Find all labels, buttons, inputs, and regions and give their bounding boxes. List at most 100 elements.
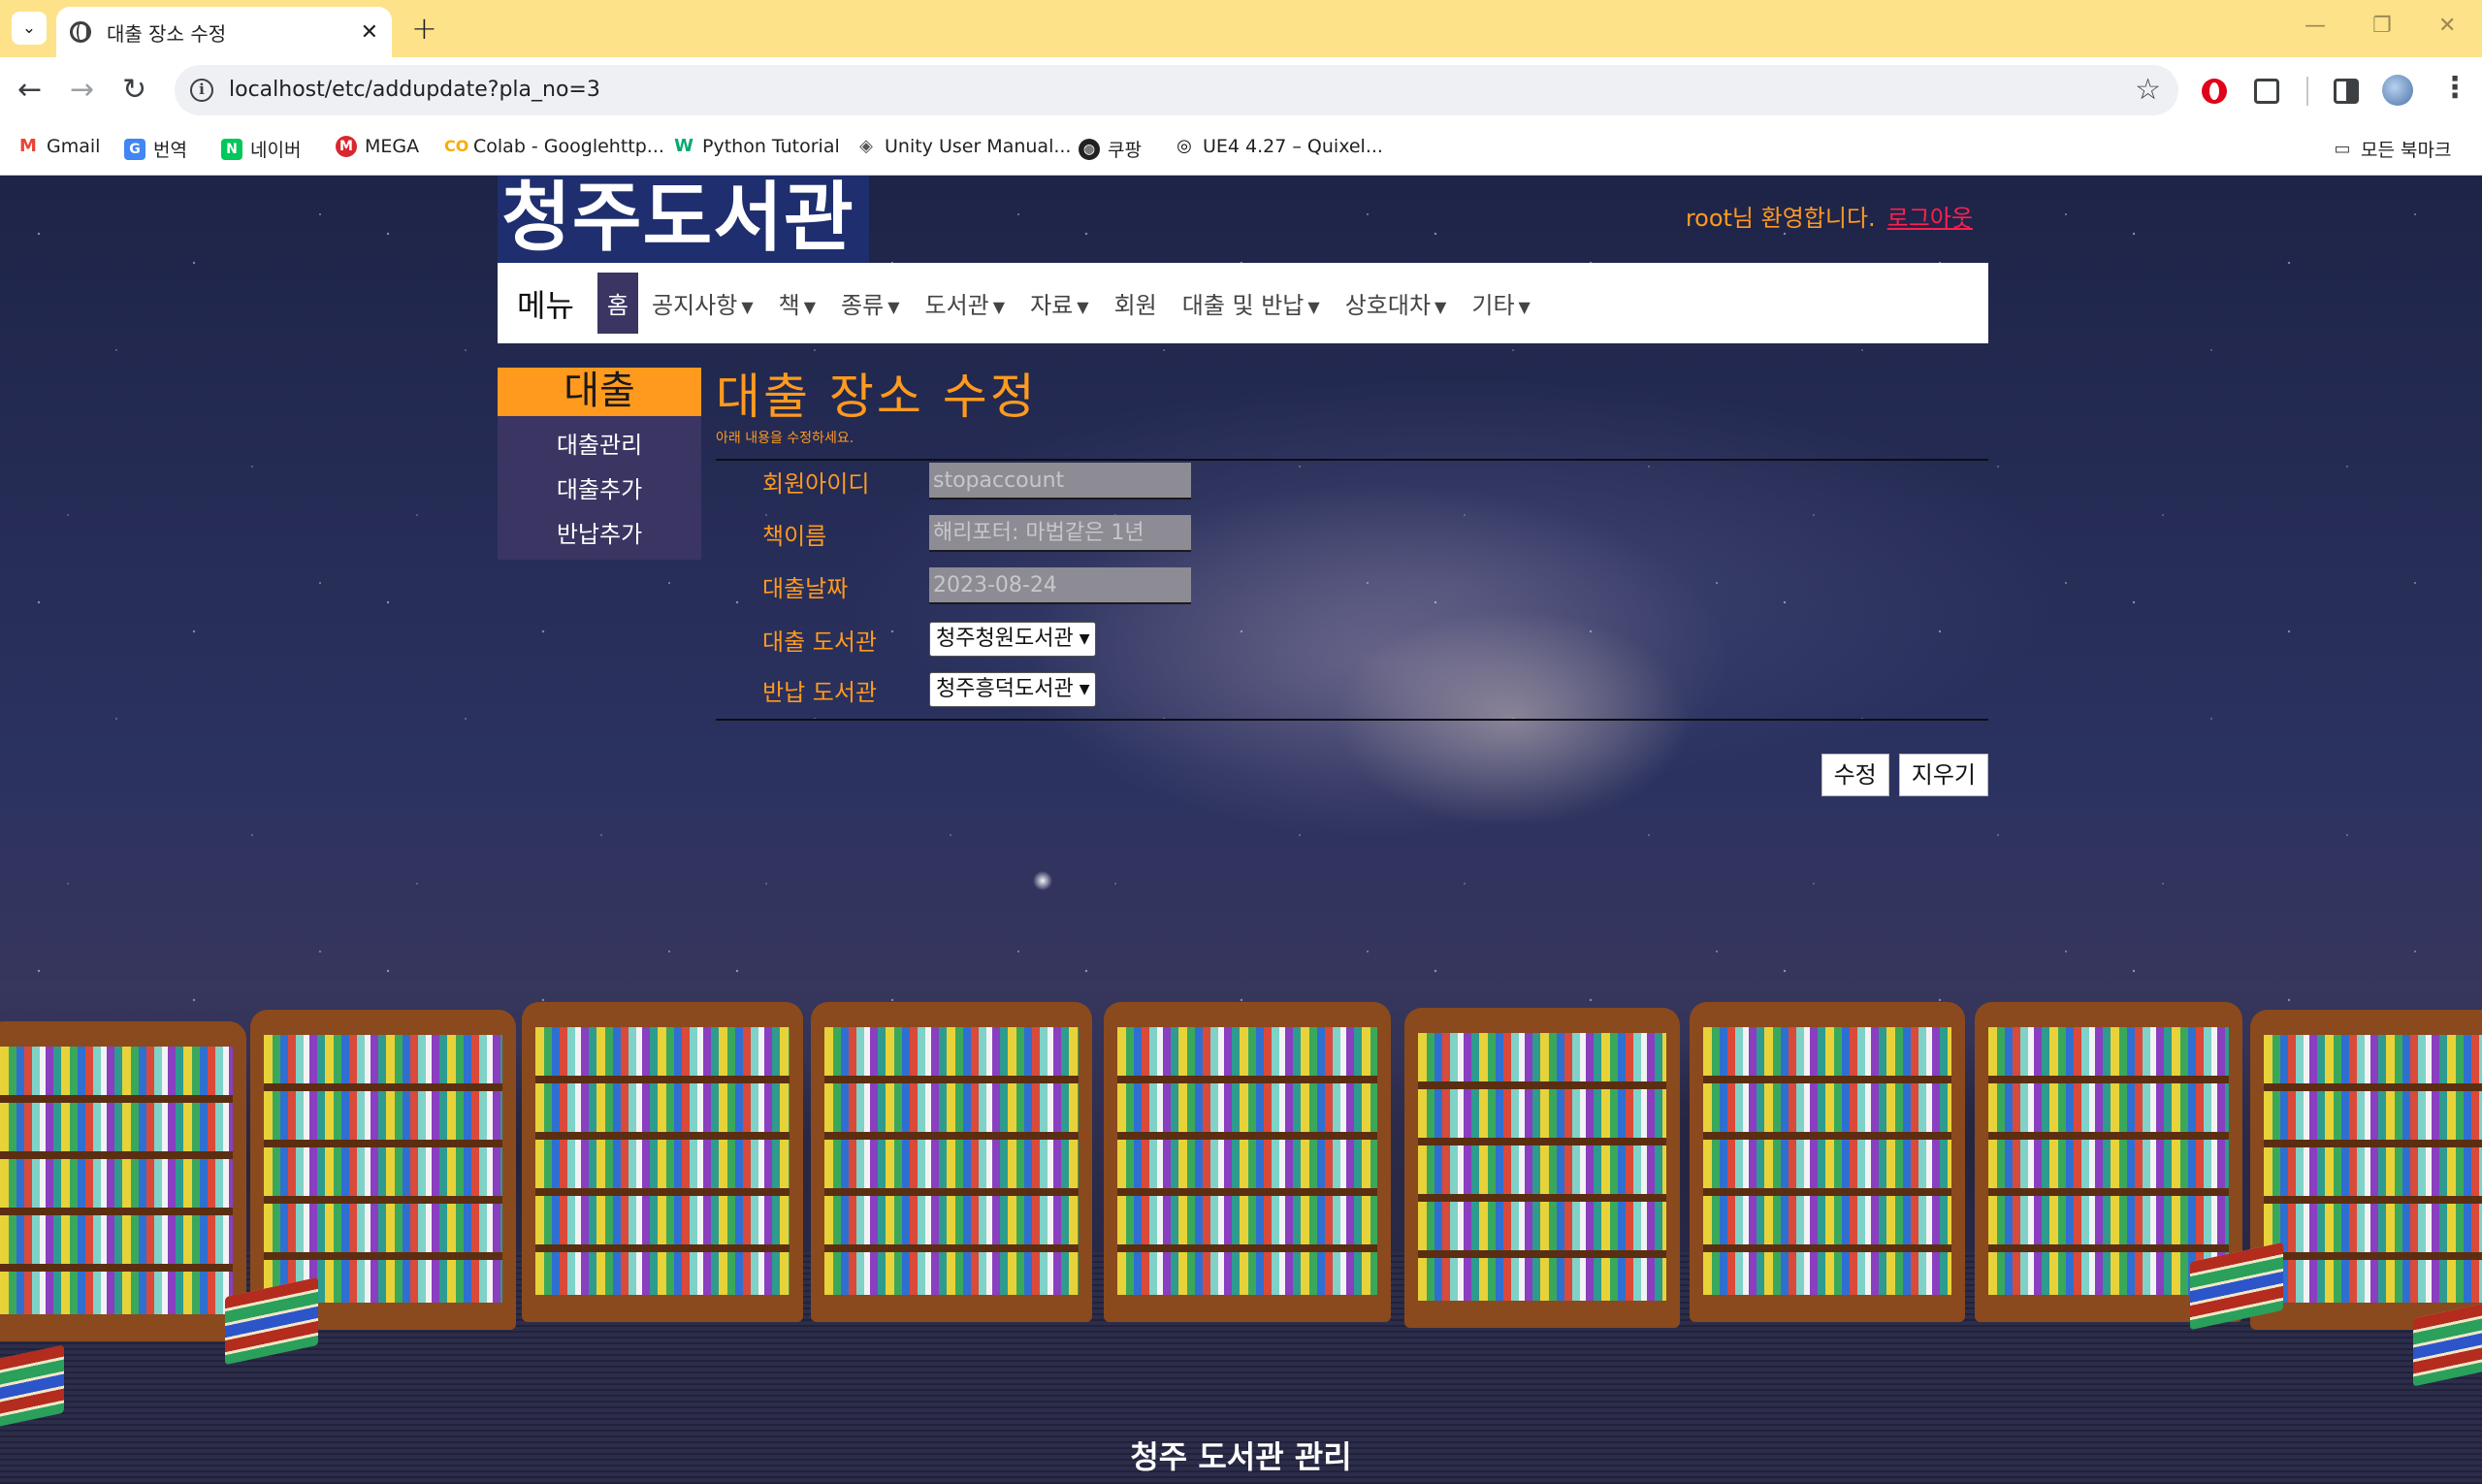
book-name-label: 책이름: [762, 522, 827, 550]
page-title: 대출 장소 수정: [716, 369, 1038, 425]
bookmark-coupang[interactable]: ◍ 쿠팡: [1079, 136, 1142, 162]
caret-down-icon: ▼: [887, 297, 900, 316]
nav-brand[interactable]: 메뉴: [517, 281, 574, 326]
loan-library-row: 대출 도서관 청주청원도서관 ▼: [762, 622, 1097, 657]
user-greeting: root님 환영합니다. 로그아웃: [1686, 199, 1973, 233]
browser-tab-bar: ⌄ 대출 장소 수정 ✕ + — ❐ ✕: [0, 0, 2482, 57]
bookmark-label: 네이버: [250, 140, 302, 161]
browser-tab[interactable]: 대출 장소 수정 ✕: [56, 7, 392, 57]
browser-menu-icon[interactable]: ⋮: [2440, 71, 2469, 105]
nav-label: 기타: [1471, 292, 1515, 319]
bookshelf-image: [811, 1002, 1092, 1322]
forward-icon[interactable]: →: [70, 75, 94, 106]
loan-library-label: 대출 도서관: [762, 628, 878, 656]
bookmark-naver[interactable]: N 네이버: [221, 136, 301, 162]
site-info-icon[interactable]: i: [190, 79, 213, 102]
sidebar-item-loan-management[interactable]: 대출관리: [498, 424, 701, 468]
address-bar[interactable]: i localhost/etc/addupdate?pla_no=3 ☆: [175, 65, 2178, 115]
nav-item-interlibrary[interactable]: 상호대차 ▼: [1345, 286, 1447, 320]
bookmark-label: 모든 북마크: [2361, 140, 2452, 161]
side-panel-icon[interactable]: [2334, 79, 2359, 104]
divider: [716, 719, 1988, 721]
page-viewport: 청주도서관 root님 환영합니다. 로그아웃 메뉴 홈 공지사항 ▼ 책 ▼ 종류 ▼…: [0, 176, 2482, 1484]
bookmark-label: Python Tutorial: [702, 136, 840, 157]
tab-title: 대출 장소 수정: [107, 21, 227, 46]
restore-button[interactable]: ❐: [2372, 14, 2392, 38]
bookmark-quixel[interactable]: ◎ UE4 4.27 – Quixel...: [1174, 136, 1383, 157]
submit-button[interactable]: 수정: [1821, 754, 1889, 796]
caret-down-icon: ▼: [803, 297, 817, 316]
all-bookmarks-folder[interactable]: ▭ 모든 북마크: [2332, 136, 2451, 162]
nav-item-libraries[interactable]: 도서관 ▼: [925, 286, 1006, 320]
bookmark-python-tutorial[interactable]: W Python Tutorial: [673, 136, 840, 157]
loan-library-select[interactable]: 청주청원도서관 ▼: [929, 622, 1097, 657]
translate-icon: G: [124, 138, 145, 160]
nav-item-books[interactable]: 책 ▼: [779, 286, 816, 320]
unity-icon: ◈: [855, 136, 877, 157]
nav-label: 공지사항: [651, 292, 738, 319]
logout-link[interactable]: 로그아웃: [1887, 205, 1973, 232]
sidebar: 대출 대출관리 대출추가 반납추가: [498, 368, 701, 560]
nav-label: 종류: [841, 292, 885, 319]
caret-down-icon: ▼: [1434, 297, 1447, 316]
book-name-field: 해리포터: 마법같은 1년: [929, 515, 1191, 552]
bookmark-gmail[interactable]: M Gmail: [17, 136, 100, 157]
return-library-select[interactable]: 청주흥덕도서관 ▼: [929, 672, 1097, 707]
nav-item-members[interactable]: 회원: [1114, 286, 1157, 320]
minimize-button[interactable]: —: [2305, 14, 2326, 38]
extensions-puzzle-icon[interactable]: [2254, 79, 2279, 104]
bookshelf-image: [1404, 1008, 1680, 1328]
nav-item-materials[interactable]: 자료 ▼: [1030, 286, 1088, 320]
sidebar-item-add-loan[interactable]: 대출추가: [498, 468, 701, 513]
nav-item-loans[interactable]: 대출 및 반납 ▼: [1182, 286, 1320, 320]
close-window-button[interactable]: ✕: [2438, 14, 2456, 38]
gmail-icon: M: [17, 136, 39, 157]
opera-extension-icon[interactable]: [2202, 79, 2227, 104]
bookshelf-image: [1690, 1002, 1965, 1322]
loan-date-label: 대출날짜: [762, 574, 849, 602]
bookmark-colab[interactable]: CO Colab - Googlehttp...: [444, 136, 664, 157]
mega-icon: M: [336, 136, 357, 157]
bookmark-translate[interactable]: G 번역: [124, 136, 187, 162]
bookmark-mega[interactable]: M MEGA: [336, 136, 419, 157]
chevron-down-icon: ▼: [1079, 682, 1090, 697]
nav-label: 상호대차: [1344, 292, 1432, 319]
return-library-row: 반납 도서관 청주흥덕도서관 ▼: [762, 672, 1097, 707]
bookmark-label: MEGA: [365, 136, 420, 157]
bookshelf-image: [2250, 1010, 2482, 1330]
nav-label: 책: [778, 292, 800, 319]
nav-label: 자료: [1030, 292, 1074, 319]
close-icon[interactable]: ✕: [361, 20, 378, 45]
member-id-field: stopaccount: [929, 463, 1191, 500]
nav-item-categories[interactable]: 종류 ▼: [841, 286, 899, 320]
select-value: 청주흥덕도서관: [936, 677, 1074, 701]
profile-avatar[interactable]: [2382, 75, 2413, 106]
back-icon[interactable]: ←: [17, 75, 42, 106]
nav-item-home[interactable]: 홈: [596, 273, 638, 334]
page-subtitle: 아래 내용을 수정하세요.: [716, 431, 854, 446]
site-footer: 청주 도서관 관리: [1130, 1438, 1352, 1475]
bookshelf-image: [522, 1002, 803, 1322]
bookshelf-image: [0, 1021, 246, 1341]
reload-icon[interactable]: ↻: [122, 75, 146, 106]
sidebar-item-add-return[interactable]: 반납추가: [498, 513, 701, 558]
sidebar-title: 대출: [498, 368, 701, 416]
nav-item-etc[interactable]: 기타 ▼: [1471, 286, 1530, 320]
browser-toolbar: ← → ↻ i localhost/etc/addupdate?pla_no=3…: [0, 57, 2482, 125]
bookmark-label: 번역: [153, 140, 187, 161]
tab-search-button[interactable]: ⌄: [12, 12, 47, 45]
new-tab-button[interactable]: +: [411, 10, 437, 47]
clear-button[interactable]: 지우기: [1898, 754, 1988, 796]
member-id-label: 회원아이디: [762, 469, 870, 498]
url-text[interactable]: localhost/etc/addupdate?pla_no=3: [229, 78, 600, 102]
bookmark-label: Colab - Googlehttp...: [473, 136, 664, 157]
site-container: 청주도서관 root님 환영합니다. 로그아웃 메뉴 홈 공지사항 ▼ 책 ▼ 종류 ▼…: [498, 176, 1988, 1048]
bookmark-star-icon[interactable]: ☆: [2135, 73, 2161, 107]
site-logo[interactable]: 청주도서관: [498, 176, 869, 263]
nav-item-notices[interactable]: 공지사항 ▼: [652, 286, 754, 320]
bookmark-unity-manual[interactable]: ◈ Unity User Manual...: [855, 136, 1071, 157]
nav-label: 도서관: [924, 292, 989, 319]
bookmark-label: Unity User Manual...: [885, 136, 1072, 157]
nav-label: 대출 및 반납: [1181, 292, 1305, 319]
edit-form: 회원아이디 stopaccount 책이름 해리포터: 마법같은 1년 대출날짜…: [716, 461, 1988, 719]
